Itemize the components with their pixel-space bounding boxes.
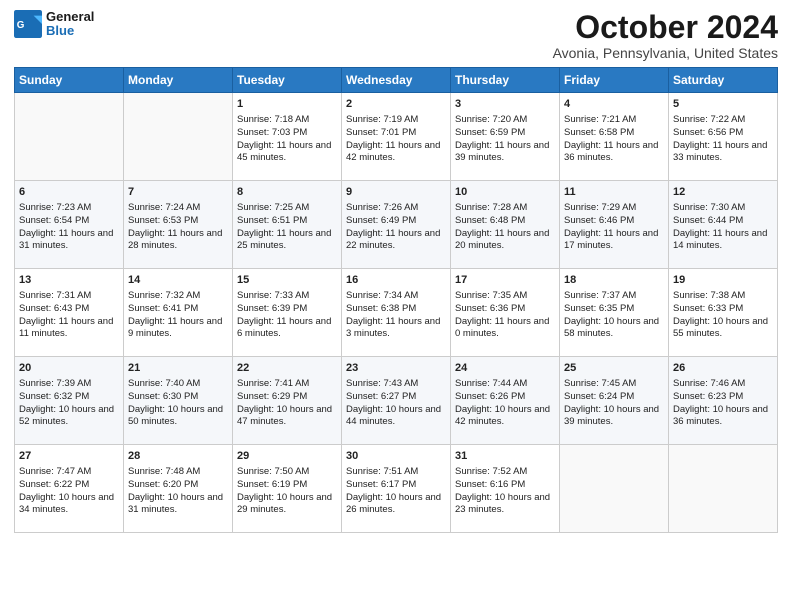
day-cell [15, 93, 124, 181]
day-number: 13 [19, 273, 119, 288]
header-cell-thursday: Thursday [451, 68, 560, 93]
day-number: 17 [455, 273, 555, 288]
day-cell: 16Sunrise: 7:34 AMSunset: 6:38 PMDayligh… [342, 269, 451, 357]
header-cell-saturday: Saturday [669, 68, 778, 93]
svg-text:G: G [17, 20, 25, 31]
day-cell: 27Sunrise: 7:47 AMSunset: 6:22 PMDayligh… [15, 445, 124, 533]
day-number: 22 [237, 361, 337, 376]
header: G General Blue October 2024 Avonia, Penn… [14, 10, 778, 61]
day-cell: 2Sunrise: 7:19 AMSunset: 7:01 PMDaylight… [342, 93, 451, 181]
day-cell: 15Sunrise: 7:33 AMSunset: 6:39 PMDayligh… [233, 269, 342, 357]
page: G General Blue October 2024 Avonia, Penn… [0, 0, 792, 612]
day-number: 15 [237, 273, 337, 288]
day-number: 11 [564, 185, 664, 200]
calendar-body: 1Sunrise: 7:18 AMSunset: 7:03 PMDaylight… [15, 93, 778, 533]
header-cell-monday: Monday [124, 68, 233, 93]
header-cell-friday: Friday [560, 68, 669, 93]
day-cell: 23Sunrise: 7:43 AMSunset: 6:27 PMDayligh… [342, 357, 451, 445]
day-number: 24 [455, 361, 555, 376]
calendar-header: SundayMondayTuesdayWednesdayThursdayFrid… [15, 68, 778, 93]
day-cell: 3Sunrise: 7:20 AMSunset: 6:59 PMDaylight… [451, 93, 560, 181]
day-cell: 12Sunrise: 7:30 AMSunset: 6:44 PMDayligh… [669, 181, 778, 269]
logo: G General Blue [14, 10, 94, 39]
day-cell: 9Sunrise: 7:26 AMSunset: 6:49 PMDaylight… [342, 181, 451, 269]
header-cell-tuesday: Tuesday [233, 68, 342, 93]
day-cell: 17Sunrise: 7:35 AMSunset: 6:36 PMDayligh… [451, 269, 560, 357]
day-cell [124, 93, 233, 181]
day-number: 5 [673, 97, 773, 112]
day-number: 18 [564, 273, 664, 288]
day-cell: 20Sunrise: 7:39 AMSunset: 6:32 PMDayligh… [15, 357, 124, 445]
day-cell: 11Sunrise: 7:29 AMSunset: 6:46 PMDayligh… [560, 181, 669, 269]
week-row-2: 13Sunrise: 7:31 AMSunset: 6:43 PMDayligh… [15, 269, 778, 357]
day-cell: 30Sunrise: 7:51 AMSunset: 6:17 PMDayligh… [342, 445, 451, 533]
day-cell: 22Sunrise: 7:41 AMSunset: 6:29 PMDayligh… [233, 357, 342, 445]
day-cell: 8Sunrise: 7:25 AMSunset: 6:51 PMDaylight… [233, 181, 342, 269]
day-number: 19 [673, 273, 773, 288]
day-number: 25 [564, 361, 664, 376]
day-cell: 29Sunrise: 7:50 AMSunset: 6:19 PMDayligh… [233, 445, 342, 533]
day-cell: 5Sunrise: 7:22 AMSunset: 6:56 PMDaylight… [669, 93, 778, 181]
day-number: 12 [673, 185, 773, 200]
day-cell: 14Sunrise: 7:32 AMSunset: 6:41 PMDayligh… [124, 269, 233, 357]
day-number: 28 [128, 449, 228, 464]
week-row-4: 27Sunrise: 7:47 AMSunset: 6:22 PMDayligh… [15, 445, 778, 533]
day-number: 30 [346, 449, 446, 464]
day-number: 20 [19, 361, 119, 376]
day-number: 3 [455, 97, 555, 112]
day-cell: 25Sunrise: 7:45 AMSunset: 6:24 PMDayligh… [560, 357, 669, 445]
day-cell [560, 445, 669, 533]
header-row: SundayMondayTuesdayWednesdayThursdayFrid… [15, 68, 778, 93]
day-number: 7 [128, 185, 228, 200]
day-number: 14 [128, 273, 228, 288]
day-number: 1 [237, 97, 337, 112]
day-number: 27 [19, 449, 119, 464]
day-number: 29 [237, 449, 337, 464]
day-number: 10 [455, 185, 555, 200]
day-number: 4 [564, 97, 664, 112]
week-row-0: 1Sunrise: 7:18 AMSunset: 7:03 PMDaylight… [15, 93, 778, 181]
day-number: 31 [455, 449, 555, 464]
logo-icon: G [14, 10, 42, 38]
day-cell: 19Sunrise: 7:38 AMSunset: 6:33 PMDayligh… [669, 269, 778, 357]
day-cell: 6Sunrise: 7:23 AMSunset: 6:54 PMDaylight… [15, 181, 124, 269]
day-number: 26 [673, 361, 773, 376]
title-area: October 2024 Avonia, Pennsylvania, Unite… [553, 10, 778, 61]
day-number: 16 [346, 273, 446, 288]
day-number: 21 [128, 361, 228, 376]
day-number: 9 [346, 185, 446, 200]
day-cell: 13Sunrise: 7:31 AMSunset: 6:43 PMDayligh… [15, 269, 124, 357]
day-cell: 28Sunrise: 7:48 AMSunset: 6:20 PMDayligh… [124, 445, 233, 533]
day-cell: 7Sunrise: 7:24 AMSunset: 6:53 PMDaylight… [124, 181, 233, 269]
day-cell: 10Sunrise: 7:28 AMSunset: 6:48 PMDayligh… [451, 181, 560, 269]
calendar-table: SundayMondayTuesdayWednesdayThursdayFrid… [14, 67, 778, 533]
main-title: October 2024 [553, 10, 778, 45]
day-number: 8 [237, 185, 337, 200]
week-row-1: 6Sunrise: 7:23 AMSunset: 6:54 PMDaylight… [15, 181, 778, 269]
day-cell: 4Sunrise: 7:21 AMSunset: 6:58 PMDaylight… [560, 93, 669, 181]
subtitle: Avonia, Pennsylvania, United States [553, 45, 778, 61]
header-cell-wednesday: Wednesday [342, 68, 451, 93]
day-number: 2 [346, 97, 446, 112]
day-cell: 21Sunrise: 7:40 AMSunset: 6:30 PMDayligh… [124, 357, 233, 445]
day-cell: 1Sunrise: 7:18 AMSunset: 7:03 PMDaylight… [233, 93, 342, 181]
day-number: 6 [19, 185, 119, 200]
header-cell-sunday: Sunday [15, 68, 124, 93]
day-cell: 24Sunrise: 7:44 AMSunset: 6:26 PMDayligh… [451, 357, 560, 445]
day-number: 23 [346, 361, 446, 376]
day-cell: 18Sunrise: 7:37 AMSunset: 6:35 PMDayligh… [560, 269, 669, 357]
week-row-3: 20Sunrise: 7:39 AMSunset: 6:32 PMDayligh… [15, 357, 778, 445]
day-cell [669, 445, 778, 533]
logo-text: General Blue [46, 10, 94, 39]
day-cell: 31Sunrise: 7:52 AMSunset: 6:16 PMDayligh… [451, 445, 560, 533]
day-cell: 26Sunrise: 7:46 AMSunset: 6:23 PMDayligh… [669, 357, 778, 445]
